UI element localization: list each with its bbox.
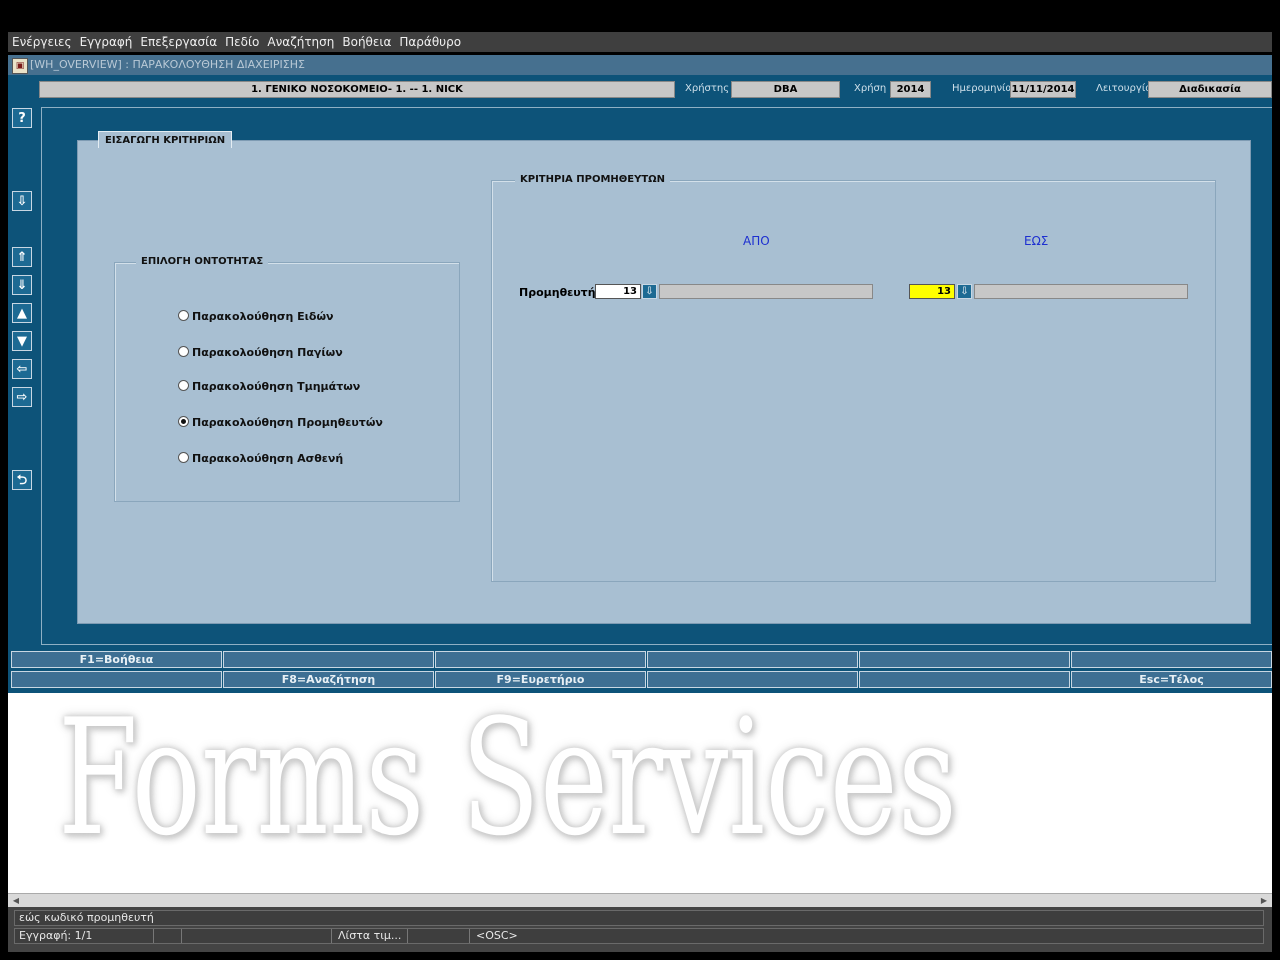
radio-label: Παρακολούθηση Παγίων: [192, 346, 343, 359]
status-cell-empty: [153, 929, 181, 943]
radio-label: Παρακολούθηση Ασθενή: [192, 452, 344, 465]
forms-services-watermark: Forms Services: [58, 693, 957, 871]
supplier-to-lov-icon[interactable]: ⇩: [957, 284, 972, 299]
menu-bar: Ενέργειες Εγγραφή Επεξεργασία Πεδίο Αναζήτησ…: [8, 32, 1272, 52]
radio-button[interactable]: [178, 380, 189, 391]
menu-help[interactable]: Βοήθεια: [338, 32, 395, 52]
help-button[interactable]: ?: [12, 108, 32, 128]
supplier-from-description: [659, 284, 873, 299]
fkey-empty[interactable]: [223, 651, 434, 668]
status-line: Εγγραφή: 1/1 Λίστα τιμ... <OSC>: [14, 928, 1264, 944]
supplier-from-lov-icon[interactable]: ⇩: [642, 284, 657, 299]
radio-button[interactable]: [178, 346, 189, 357]
status-area: εώς κωδικό προμηθευτή Εγγραφή: 1/1 Λίστα…: [8, 907, 1272, 952]
menu-actions[interactable]: Ενέργειες: [8, 32, 76, 52]
function-field: Διαδικασία: [1148, 81, 1272, 98]
mode-indicator: <OSC>: [469, 929, 669, 943]
organization-field: 1. ΓΕΝΙΚΟ ΝΟΣΟΚΟΜΕΙΟ- 1. -- 1. NICK: [39, 81, 675, 98]
horizontal-scrollbar[interactable]: ◀ ▶: [8, 893, 1272, 907]
menu-record[interactable]: Εγγραφή: [76, 32, 137, 52]
date-label: Ημερομηνία: [952, 83, 1013, 94]
f9-lov-key[interactable]: F9=Ευρετήριο: [435, 671, 646, 688]
undo-return-icon[interactable]: ⮌: [12, 470, 32, 490]
radio-option-assets[interactable]: Παρακολούθηση Παγίων: [178, 346, 343, 359]
radio-label: Παρακολούθηση Ειδών: [192, 310, 334, 323]
menu-edit[interactable]: Επεξεργασία: [136, 32, 221, 52]
menu-query[interactable]: Αναζήτηση: [263, 32, 338, 52]
supplier-criteria-frame: [491, 180, 1216, 582]
status-cell-empty: [407, 929, 469, 943]
status-message: εώς κωδικό προμηθευτή: [14, 910, 1264, 926]
to-column-header: ΕΩΣ: [1024, 234, 1049, 248]
radio-option-items[interactable]: Παρακολούθηση Ειδών: [178, 310, 334, 323]
fkey-empty[interactable]: [11, 671, 222, 688]
radio-option-suppliers[interactable]: Παρακολούθηση Προμηθευτών: [178, 416, 383, 429]
entity-selection-title: ΕΠΙΛΟΓΗ ΟΝΤΟΤΗΤΑΣ: [136, 256, 269, 267]
next-block-icon[interactable]: ⇨: [12, 387, 32, 407]
supplier-label: Προμηθευτής: [519, 286, 603, 299]
supplier-from-input[interactable]: 13: [595, 284, 641, 299]
next-record-icon[interactable]: ▼: [12, 331, 32, 351]
radio-button-selected[interactable]: [178, 416, 189, 427]
user-label: Χρήστης: [685, 83, 730, 94]
last-record-icon[interactable]: ⇓: [12, 275, 32, 295]
f8-query-key[interactable]: F8=Αναζήτηση: [223, 671, 434, 688]
forms-services-background: Forms Services: [8, 693, 1272, 893]
fkey-empty[interactable]: [647, 671, 858, 688]
fkey-empty[interactable]: [1071, 651, 1272, 668]
supplier-criteria-title: ΚΡΙΤΗΡΙΑ ΠΡΟΜΗΘΕΥΤΩΝ: [515, 174, 671, 185]
menu-field[interactable]: Πεδίο: [221, 32, 263, 52]
supplier-to-input[interactable]: 13: [909, 284, 955, 299]
radio-button[interactable]: [178, 310, 189, 321]
esc-exit-key[interactable]: Esc=Τέλος: [1071, 671, 1272, 688]
function-label: Λειτουργία: [1096, 83, 1152, 94]
panel-title-tab: ΕΙΣΑΓΩΓΗ ΚΡΙΤΗΡΙΩΝ: [98, 131, 233, 148]
radio-option-departments[interactable]: Παρακολούθηση Τμημάτων: [178, 380, 360, 393]
window-title: [WH_OVERVIEW] : ΠΑΡΑΚΟΛΟΥΘΗΣΗ ΔΙΑΧΕΙΡΙΣΗ…: [30, 58, 305, 71]
first-record-icon[interactable]: ⇑: [12, 247, 32, 267]
fkey-empty[interactable]: [859, 671, 1070, 688]
radio-label: Παρακολούθηση Τμημάτων: [192, 380, 361, 393]
year-field: 2014: [890, 81, 931, 98]
status-cell-empty: [181, 929, 331, 943]
previous-block-icon[interactable]: ⇦: [12, 359, 32, 379]
download-arrow-icon[interactable]: ⇩: [12, 191, 32, 211]
radio-label: Παρακολούθηση Προμηθευτών: [192, 416, 383, 429]
radio-option-patient[interactable]: Παρακολούθηση Ασθενή: [178, 452, 343, 465]
previous-record-icon[interactable]: ▲: [12, 303, 32, 323]
window-title-bar: ▣ [WH_OVERVIEW] : ΠΑΡΑΚΟΛΟΥΘΗΣΗ ΔΙΑΧΕΙΡΙ…: [8, 55, 1272, 75]
f1-help-key[interactable]: F1=Βοήθεια: [11, 651, 222, 668]
scroll-left-icon[interactable]: ◀: [10, 895, 22, 906]
user-field: DBA: [731, 81, 840, 98]
lov-indicator: Λίστα τιμ...: [331, 929, 407, 943]
from-column-header: ΑΠΟ: [743, 234, 770, 248]
scroll-right-icon[interactable]: ▶: [1258, 895, 1270, 906]
menu-window[interactable]: Παράθυρο: [395, 32, 465, 52]
app-window-icon: ▣: [12, 58, 28, 74]
left-toolbar: ? ⇩ ⇑ ⇓ ▲ ▼ ⇦ ⇨ ⮌: [8, 101, 38, 646]
fkey-empty[interactable]: [435, 651, 646, 668]
date-field: 11/11/2014: [1010, 81, 1076, 98]
record-indicator: Εγγραφή: 1/1: [19, 929, 93, 942]
supplier-to-description: [974, 284, 1188, 299]
fkey-empty[interactable]: [647, 651, 858, 668]
fkey-empty[interactable]: [859, 651, 1070, 668]
radio-button[interactable]: [178, 452, 189, 463]
year-label: Χρήση: [854, 83, 887, 94]
